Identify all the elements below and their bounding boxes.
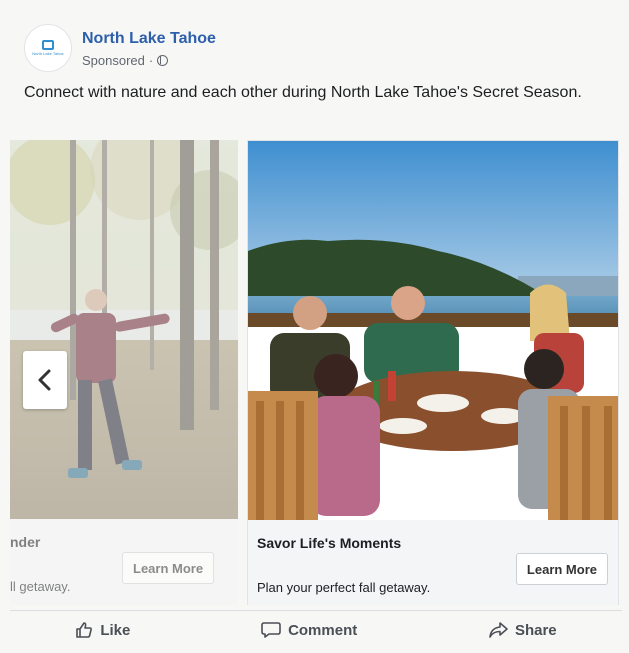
comment-button[interactable]: Comment <box>261 621 357 639</box>
card-image-dining <box>248 141 618 520</box>
share-button[interactable]: Share <box>488 621 557 639</box>
carousel-prev-button[interactable] <box>23 351 67 409</box>
learn-more-button[interactable]: Learn More <box>122 552 215 584</box>
logo-mark-icon <box>42 40 54 50</box>
like-label: Like <box>100 621 131 639</box>
sponsored-label[interactable]: Sponsored <box>82 53 145 68</box>
share-label: Share <box>514 621 557 639</box>
like-button[interactable]: Like <box>75 621 130 639</box>
thumbs-up-icon <box>76 622 93 638</box>
card-description: Plan your perfect fall getaway. <box>257 580 431 595</box>
meta-separator: · <box>148 52 154 68</box>
forest-photo <box>10 140 238 519</box>
comment-label: Comment <box>288 621 358 639</box>
comment-icon <box>261 622 281 638</box>
ad-carousel: nder Learn More ll getaway. Savor Life's… <box>10 140 622 605</box>
header-text: North Lake Tahoe Sponsored · <box>82 29 216 68</box>
page-logo[interactable]: North Lake Tahoe <box>24 24 72 72</box>
card-footer: Savor Life's Moments Learn More Plan you… <box>248 520 618 605</box>
learn-more-button[interactable]: Learn More <box>515 553 608 585</box>
post-meta: Sponsored · <box>82 53 216 68</box>
post-text: Connect with nature and each other durin… <box>24 84 582 101</box>
card-title: Savor Life's Moments <box>257 535 402 551</box>
card-title: nder <box>10 534 41 550</box>
card-footer: nder Learn More ll getaway. <box>10 519 238 605</box>
page-name-link[interactable]: North Lake Tahoe <box>82 29 216 49</box>
post-header: North Lake Tahoe North Lake Tahoe Sponso… <box>24 20 216 76</box>
logo-text: North Lake Tahoe <box>32 51 64 56</box>
chevron-left-icon <box>38 369 51 391</box>
card-description: ll getaway. <box>10 579 71 594</box>
globe-icon <box>157 54 169 66</box>
card-image-forest <box>10 140 238 519</box>
carousel-card-current[interactable]: Savor Life's Moments Learn More Plan you… <box>247 140 619 605</box>
post-action-bar: Like Comment Share <box>10 610 622 649</box>
share-icon <box>489 622 508 638</box>
facebook-ad-post: North Lake Tahoe North Lake Tahoe Sponso… <box>0 0 629 653</box>
lakeside-dining-photo <box>248 141 618 520</box>
